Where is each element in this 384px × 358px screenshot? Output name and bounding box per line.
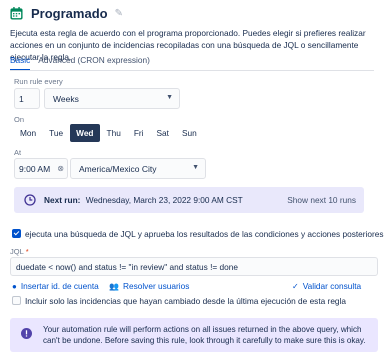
tabs-divider: [10, 70, 374, 71]
resolve-users-link[interactable]: 👥 Resolver usuarios: [109, 281, 189, 291]
time-value: 9:00 AM: [19, 164, 51, 174]
jql-label-text: JQL: [10, 247, 24, 256]
warning-panel: Your automation rule will perform action…: [10, 318, 378, 352]
clock-icon: [24, 194, 36, 206]
interval-unit-value: Weeks: [53, 94, 79, 104]
next-run-label: Next run:: [44, 195, 81, 205]
calendar-icon: [10, 6, 23, 20]
day-sat[interactable]: Sat: [151, 124, 175, 142]
validate-query-label: Validar consulta: [302, 281, 362, 291]
insert-account-id-link[interactable]: ● Insertar id. de cuenta: [12, 281, 99, 291]
chevron-down-icon: ▼: [166, 94, 173, 101]
show-next-runs-link[interactable]: Show next 10 runs: [287, 195, 356, 205]
timezone-value: America/Mexico City: [79, 164, 157, 174]
tab-basic[interactable]: Basic: [10, 55, 31, 71]
day-selector: Mon Tue Wed Thu Fri Sat Sun: [14, 124, 204, 142]
jql-checkbox-label: ejecuta una búsqueda de JQL y aprueba lo…: [25, 229, 384, 239]
warning-text: Your automation rule will perform action…: [43, 325, 366, 345]
schedule-tabs: Basic Advanced (CRON expression): [10, 55, 158, 71]
day-fri[interactable]: Fri: [128, 124, 150, 142]
jql-checkbox[interactable]: [12, 229, 21, 238]
day-tue[interactable]: Tue: [43, 124, 69, 142]
tab-advanced[interactable]: Advanced (CRON expression): [38, 55, 150, 71]
changed-since-label: Incluir solo las incidencias que hayan c…: [25, 296, 347, 306]
on-label: On: [14, 115, 25, 124]
resolve-users-label: Resolver usuarios: [122, 281, 190, 291]
chevron-down-icon: ▼: [192, 164, 199, 171]
interval-unit-select[interactable]: Weeks ▼: [44, 88, 180, 109]
day-sun[interactable]: Sun: [176, 124, 203, 142]
user-icon: ●: [12, 281, 17, 291]
run-every-label: Run rule every: [14, 77, 63, 86]
page-title: Programado: [31, 5, 108, 21]
next-run-value: Wednesday, March 23, 2022 9:00 AM CST: [85, 195, 243, 205]
clear-icon[interactable]: ⊗: [57, 164, 64, 173]
users-icon: 👥: [109, 281, 119, 291]
validate-query-link[interactable]: ✓ Validar consulta: [292, 281, 361, 291]
insert-account-id-label: Insertar id. de cuenta: [20, 281, 99, 291]
time-input[interactable]: 9:00 AM ⊗: [14, 158, 68, 179]
required-mark: *: [25, 247, 29, 256]
interval-input[interactable]: 1: [14, 88, 40, 109]
info-icon: [21, 328, 32, 339]
next-run-text: Next run: Wednesday, March 23, 2022 9:00…: [44, 195, 243, 205]
jql-label: JQL *: [10, 247, 29, 256]
day-thu[interactable]: Thu: [101, 124, 127, 142]
changed-since-checkbox[interactable]: [12, 296, 21, 305]
day-wed[interactable]: Wed: [70, 124, 100, 142]
at-label: At: [14, 148, 22, 157]
header: Programado ✎: [10, 5, 123, 21]
jql-input[interactable]: duedate < now() and status != "in review…: [10, 257, 378, 276]
pencil-icon[interactable]: ✎: [115, 8, 123, 19]
timezone-select[interactable]: America/Mexico City ▼: [70, 158, 206, 179]
next-run-panel: Next run: Wednesday, March 23, 2022 9:00…: [14, 187, 364, 213]
check-icon: ✓: [292, 281, 299, 291]
day-mon[interactable]: Mon: [14, 124, 42, 142]
